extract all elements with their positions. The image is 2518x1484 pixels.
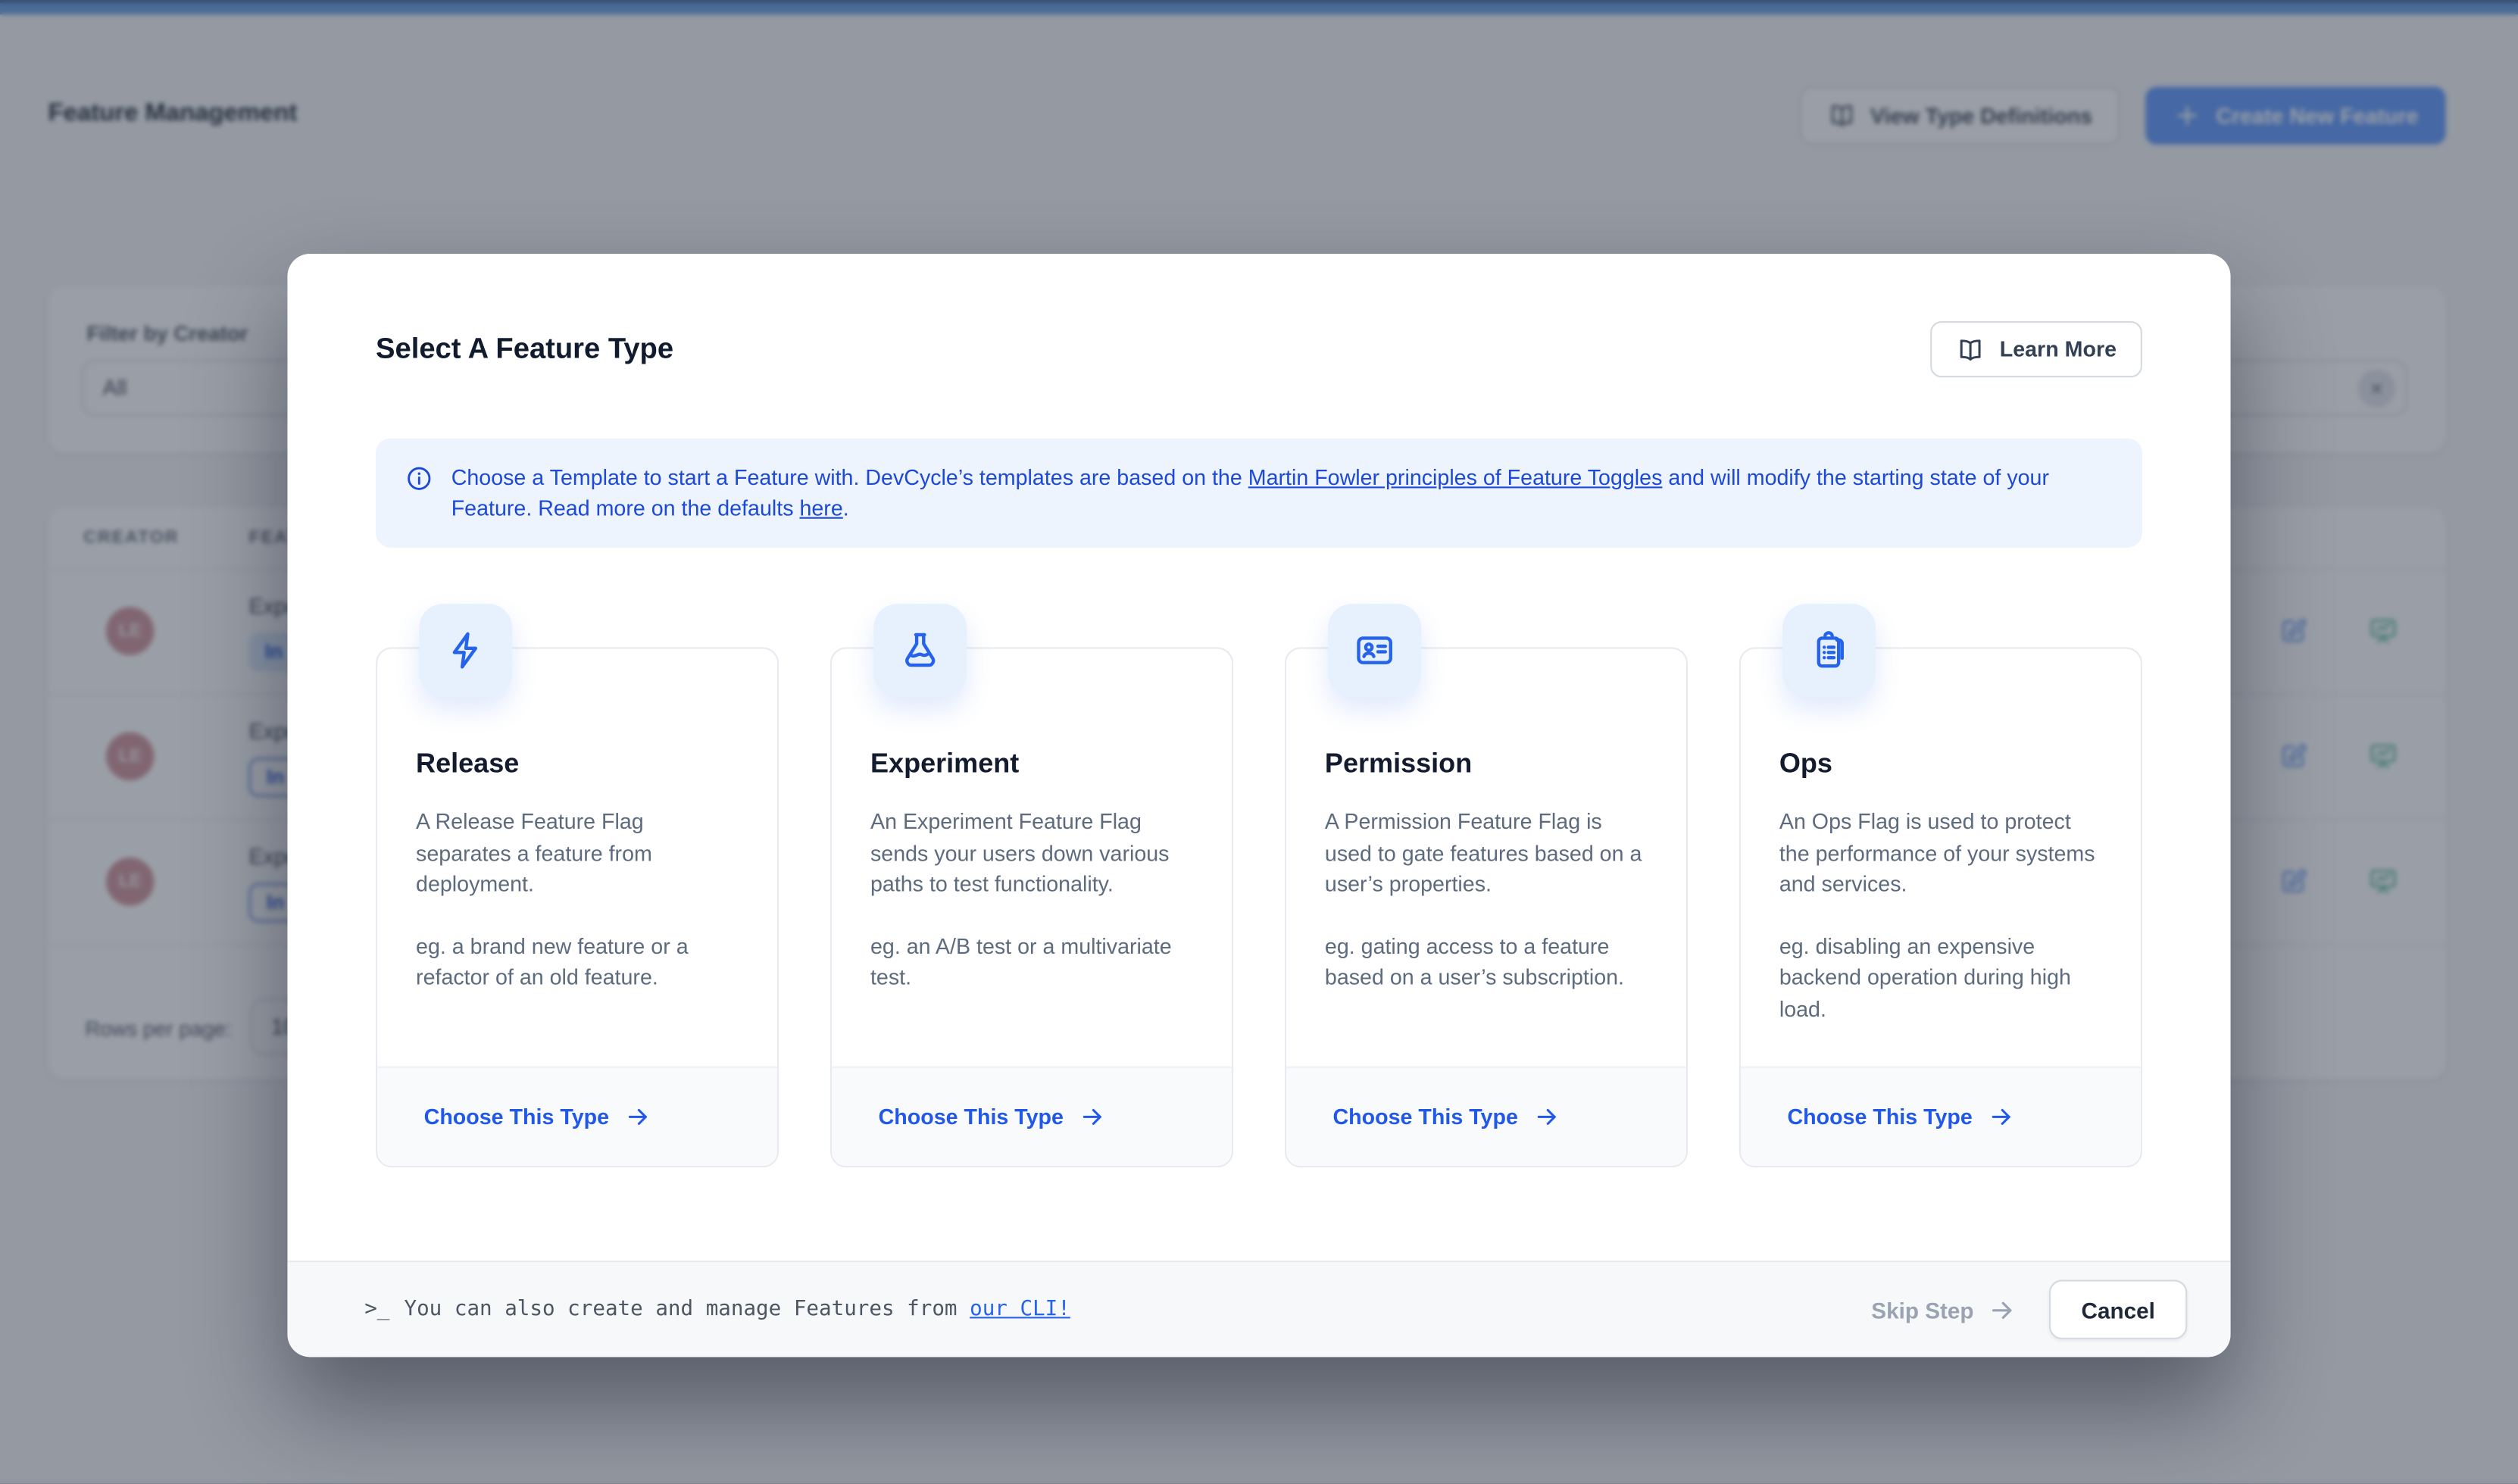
- modal-title: Select A Feature Type: [376, 333, 673, 367]
- cli-text-part: You can also create and manage Features …: [404, 1298, 970, 1322]
- terminal-prompt-icon: >_: [364, 1298, 389, 1322]
- ops-card: Ops An Ops Flag is used to protect the p…: [1739, 647, 2142, 1167]
- card-body: Experiment An Experiment Feature Flag se…: [832, 648, 1232, 993]
- card-example: eg. a brand new feature or a refactor of…: [416, 930, 739, 993]
- choose-release-button[interactable]: Choose This Type: [377, 1067, 777, 1166]
- choose-experiment-button[interactable]: Choose This Type: [832, 1067, 1232, 1166]
- arrow-right-icon: [1079, 1103, 1107, 1130]
- skip-step-button[interactable]: Skip Step: [1871, 1295, 2017, 1324]
- icon-tile: [1328, 604, 1421, 697]
- choose-type-label: Choose This Type: [879, 1104, 1064, 1129]
- book-open-icon: [1957, 335, 1985, 364]
- learn-more-button[interactable]: Learn More: [1931, 321, 2142, 377]
- cancel-button[interactable]: Cancel: [2049, 1280, 2187, 1339]
- choose-ops-button[interactable]: Choose This Type: [1741, 1067, 2141, 1166]
- martin-fowler-link[interactable]: Martin Fowler principles of Feature Togg…: [1248, 466, 1663, 490]
- our-cli-link[interactable]: our CLI!: [970, 1298, 1070, 1322]
- card-description: An Ops Flag is used to protect the perfo…: [1779, 806, 2102, 900]
- clipboard-icon: [1808, 630, 1850, 671]
- icon-tile: [1782, 604, 1876, 697]
- choose-type-label: Choose This Type: [424, 1104, 609, 1129]
- flask-icon: [899, 630, 941, 671]
- icon-tile: [873, 604, 967, 697]
- cancel-label: Cancel: [2082, 1297, 2155, 1323]
- cli-hint: >_ You can also create and manage Featur…: [364, 1298, 1070, 1322]
- arrow-right-icon: [1988, 1295, 2017, 1324]
- icon-tile: [419, 604, 512, 697]
- feature-type-cards: Release A Release Feature Flag separates…: [376, 647, 2142, 1167]
- card-title: Permission: [1325, 748, 1648, 780]
- info-banner-text: Choose a Template to start a Feature wit…: [451, 463, 2113, 524]
- cli-hint-text: You can also create and manage Features …: [404, 1298, 1070, 1322]
- experiment-card: Experiment An Experiment Feature Flag se…: [830, 647, 1233, 1167]
- card-description: A Permission Feature Flag is used to gat…: [1325, 806, 1648, 900]
- card-title: Experiment: [870, 748, 1193, 780]
- modal-header: Select A Feature Type Learn More: [376, 321, 2142, 377]
- info-icon: [405, 464, 433, 493]
- card-description: A Release Feature Flag separates a featu…: [416, 806, 739, 900]
- banner-text-part: Choose a Template to start a Feature wit…: [451, 466, 1248, 490]
- permission-card: Permission A Permission Feature Flag is …: [1285, 647, 1688, 1167]
- learn-more-label: Learn More: [2000, 337, 2117, 361]
- modal-footer: >_ You can also create and manage Featur…: [287, 1261, 2230, 1357]
- card-example: eg. disabling an expensive backend opera…: [1779, 930, 2102, 1024]
- choose-type-label: Choose This Type: [1787, 1104, 1972, 1129]
- defaults-here-link[interactable]: here: [799, 496, 842, 520]
- info-banner: Choose a Template to start a Feature wit…: [376, 439, 2142, 548]
- card-title: Ops: [1779, 748, 2102, 780]
- banner-text-part: .: [843, 496, 849, 520]
- arrow-right-icon: [1988, 1103, 2016, 1130]
- skip-step-label: Skip Step: [1871, 1297, 1973, 1323]
- id-card-icon: [1354, 630, 1395, 671]
- card-body: Release A Release Feature Flag separates…: [377, 648, 777, 993]
- lightning-icon: [445, 630, 486, 671]
- arrow-right-icon: [625, 1103, 652, 1130]
- choose-type-label: Choose This Type: [1333, 1104, 1518, 1129]
- card-example: eg. an A/B test or a multivariate test.: [870, 930, 1193, 993]
- choose-permission-button[interactable]: Choose This Type: [1286, 1067, 1686, 1166]
- card-body: Ops An Ops Flag is used to protect the p…: [1741, 648, 2141, 1024]
- card-title: Release: [416, 748, 739, 780]
- select-feature-type-modal: Select A Feature Type Learn More Choose …: [287, 254, 2230, 1357]
- arrow-right-icon: [1534, 1103, 1561, 1130]
- release-card: Release A Release Feature Flag separates…: [376, 647, 779, 1167]
- modal-footer-actions: Skip Step Cancel: [1871, 1280, 2187, 1339]
- app-root: Feature Management View Type Definitions…: [0, 0, 2518, 1484]
- card-example: eg. gating access to a feature based on …: [1325, 930, 1648, 993]
- card-description: An Experiment Feature Flag sends your us…: [870, 806, 1193, 900]
- card-body: Permission A Permission Feature Flag is …: [1286, 648, 1686, 993]
